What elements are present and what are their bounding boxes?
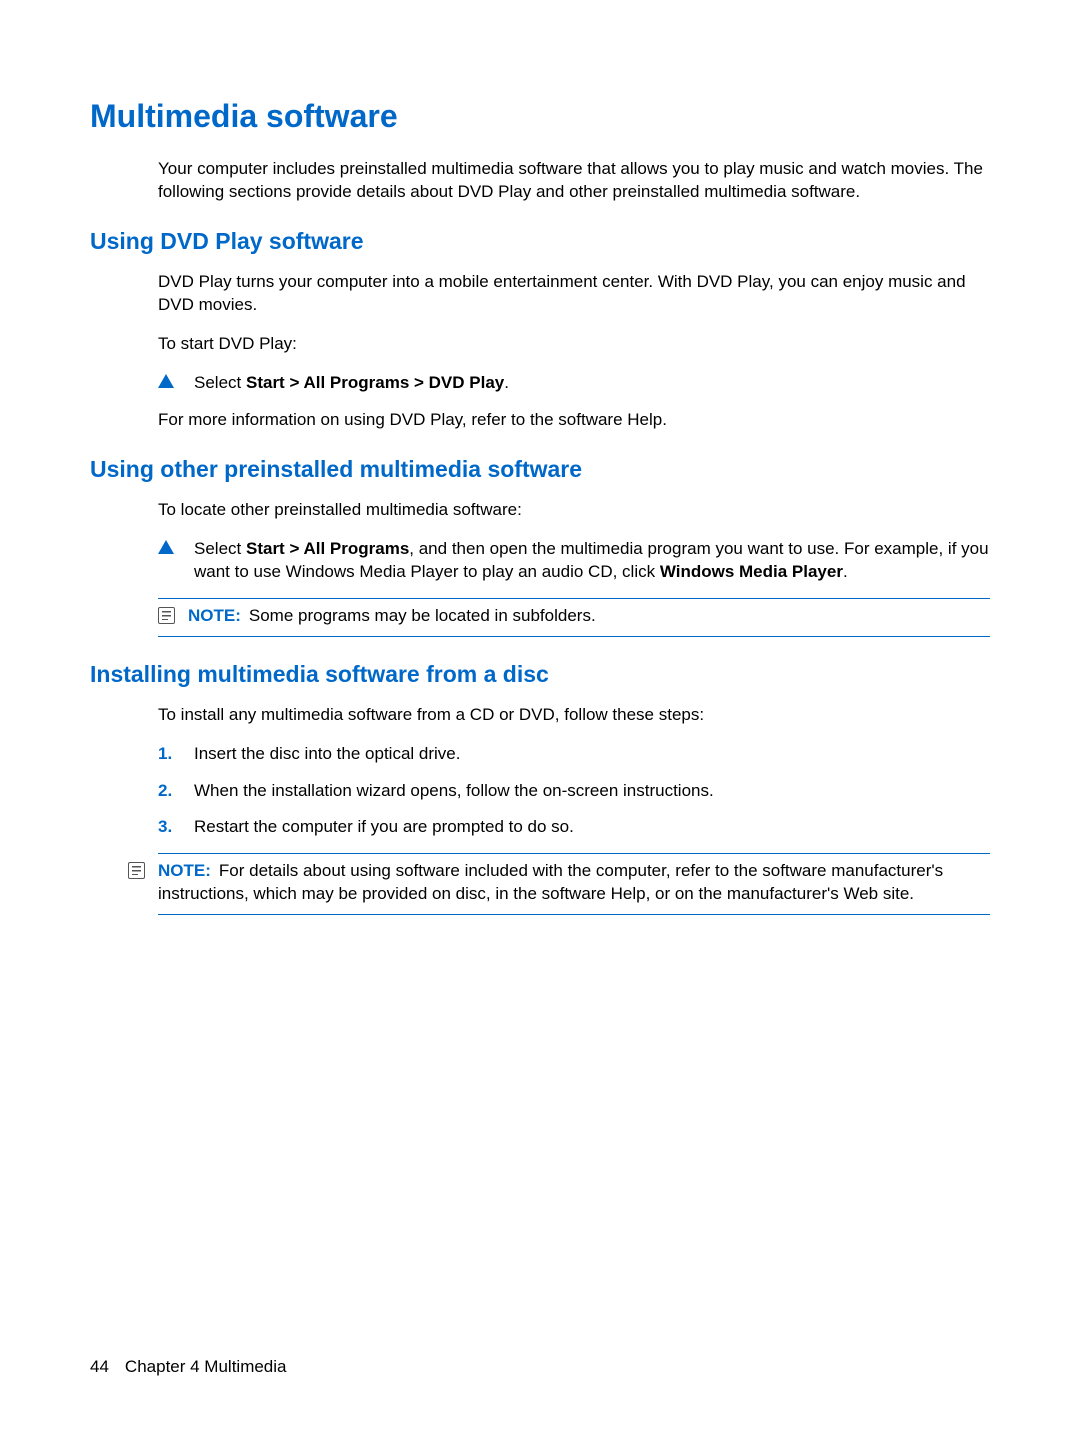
page-footer: 44 Chapter 4 Multimedia xyxy=(90,1356,287,1379)
triangle-icon xyxy=(158,374,174,388)
list-number: 2. xyxy=(158,780,194,803)
heading-2-install-from-disc: Installing multimedia software from a di… xyxy=(90,659,990,690)
heading-1: Multimedia software xyxy=(90,95,990,138)
step-text: Select Start > All Programs > DVD Play. xyxy=(194,372,990,395)
list-item: 2. When the installation wizard opens, f… xyxy=(158,780,990,803)
text: . xyxy=(504,373,509,392)
list-text: When the installation wizard opens, foll… xyxy=(194,780,990,803)
list-number: 1. xyxy=(158,743,194,766)
step-text: Select Start > All Programs, and then op… xyxy=(194,538,990,584)
note-text: NOTE:For details about using software in… xyxy=(158,860,990,906)
list-item: 1. Insert the disc into the optical driv… xyxy=(158,743,990,766)
triangle-icon xyxy=(158,540,174,554)
step-row: Select Start > All Programs > DVD Play. xyxy=(158,372,990,395)
note-label: NOTE: xyxy=(188,606,241,625)
intro-paragraph: Your computer includes preinstalled mult… xyxy=(158,158,990,204)
list-item: 3. Restart the computer if you are promp… xyxy=(158,816,990,839)
paragraph: For more information on using DVD Play, … xyxy=(158,409,990,432)
paragraph: DVD Play turns your computer into a mobi… xyxy=(158,271,990,317)
paragraph: To install any multimedia software from … xyxy=(158,704,990,727)
bold-text: Windows Media Player xyxy=(660,562,843,581)
note-text: NOTE: Some programs may be located in sub… xyxy=(188,605,990,628)
note-box: NOTE: Some programs may be located in sub… xyxy=(158,598,990,637)
note-label: NOTE: xyxy=(158,861,211,880)
list-text: Insert the disc into the optical drive. xyxy=(194,743,990,766)
heading-2-dvd-play: Using DVD Play software xyxy=(90,226,990,257)
text: For details about using software include… xyxy=(158,861,943,903)
step-row: Select Start > All Programs, and then op… xyxy=(158,538,990,584)
text: Select xyxy=(194,539,246,558)
note-icon xyxy=(128,862,145,879)
heading-2-other-software: Using other preinstalled multimedia soft… xyxy=(90,454,990,485)
document-page: Multimedia software Your computer includ… xyxy=(0,0,1080,1437)
paragraph: To start DVD Play: xyxy=(158,333,990,356)
text: . xyxy=(843,562,848,581)
list-number: 3. xyxy=(158,816,194,839)
text: Select xyxy=(194,373,246,392)
text: Some programs may be located in subfolde… xyxy=(249,606,596,625)
bold-text: Start > All Programs xyxy=(246,539,409,558)
bold-text: Start > All Programs > DVD Play xyxy=(246,373,504,392)
chapter-label: Chapter 4 Multimedia xyxy=(125,1357,287,1376)
paragraph: To locate other preinstalled multimedia … xyxy=(158,499,990,522)
list-text: Restart the computer if you are prompted… xyxy=(194,816,990,839)
page-number: 44 xyxy=(90,1357,109,1376)
note-box: NOTE:For details about using software in… xyxy=(158,853,990,915)
note-icon xyxy=(158,607,175,624)
